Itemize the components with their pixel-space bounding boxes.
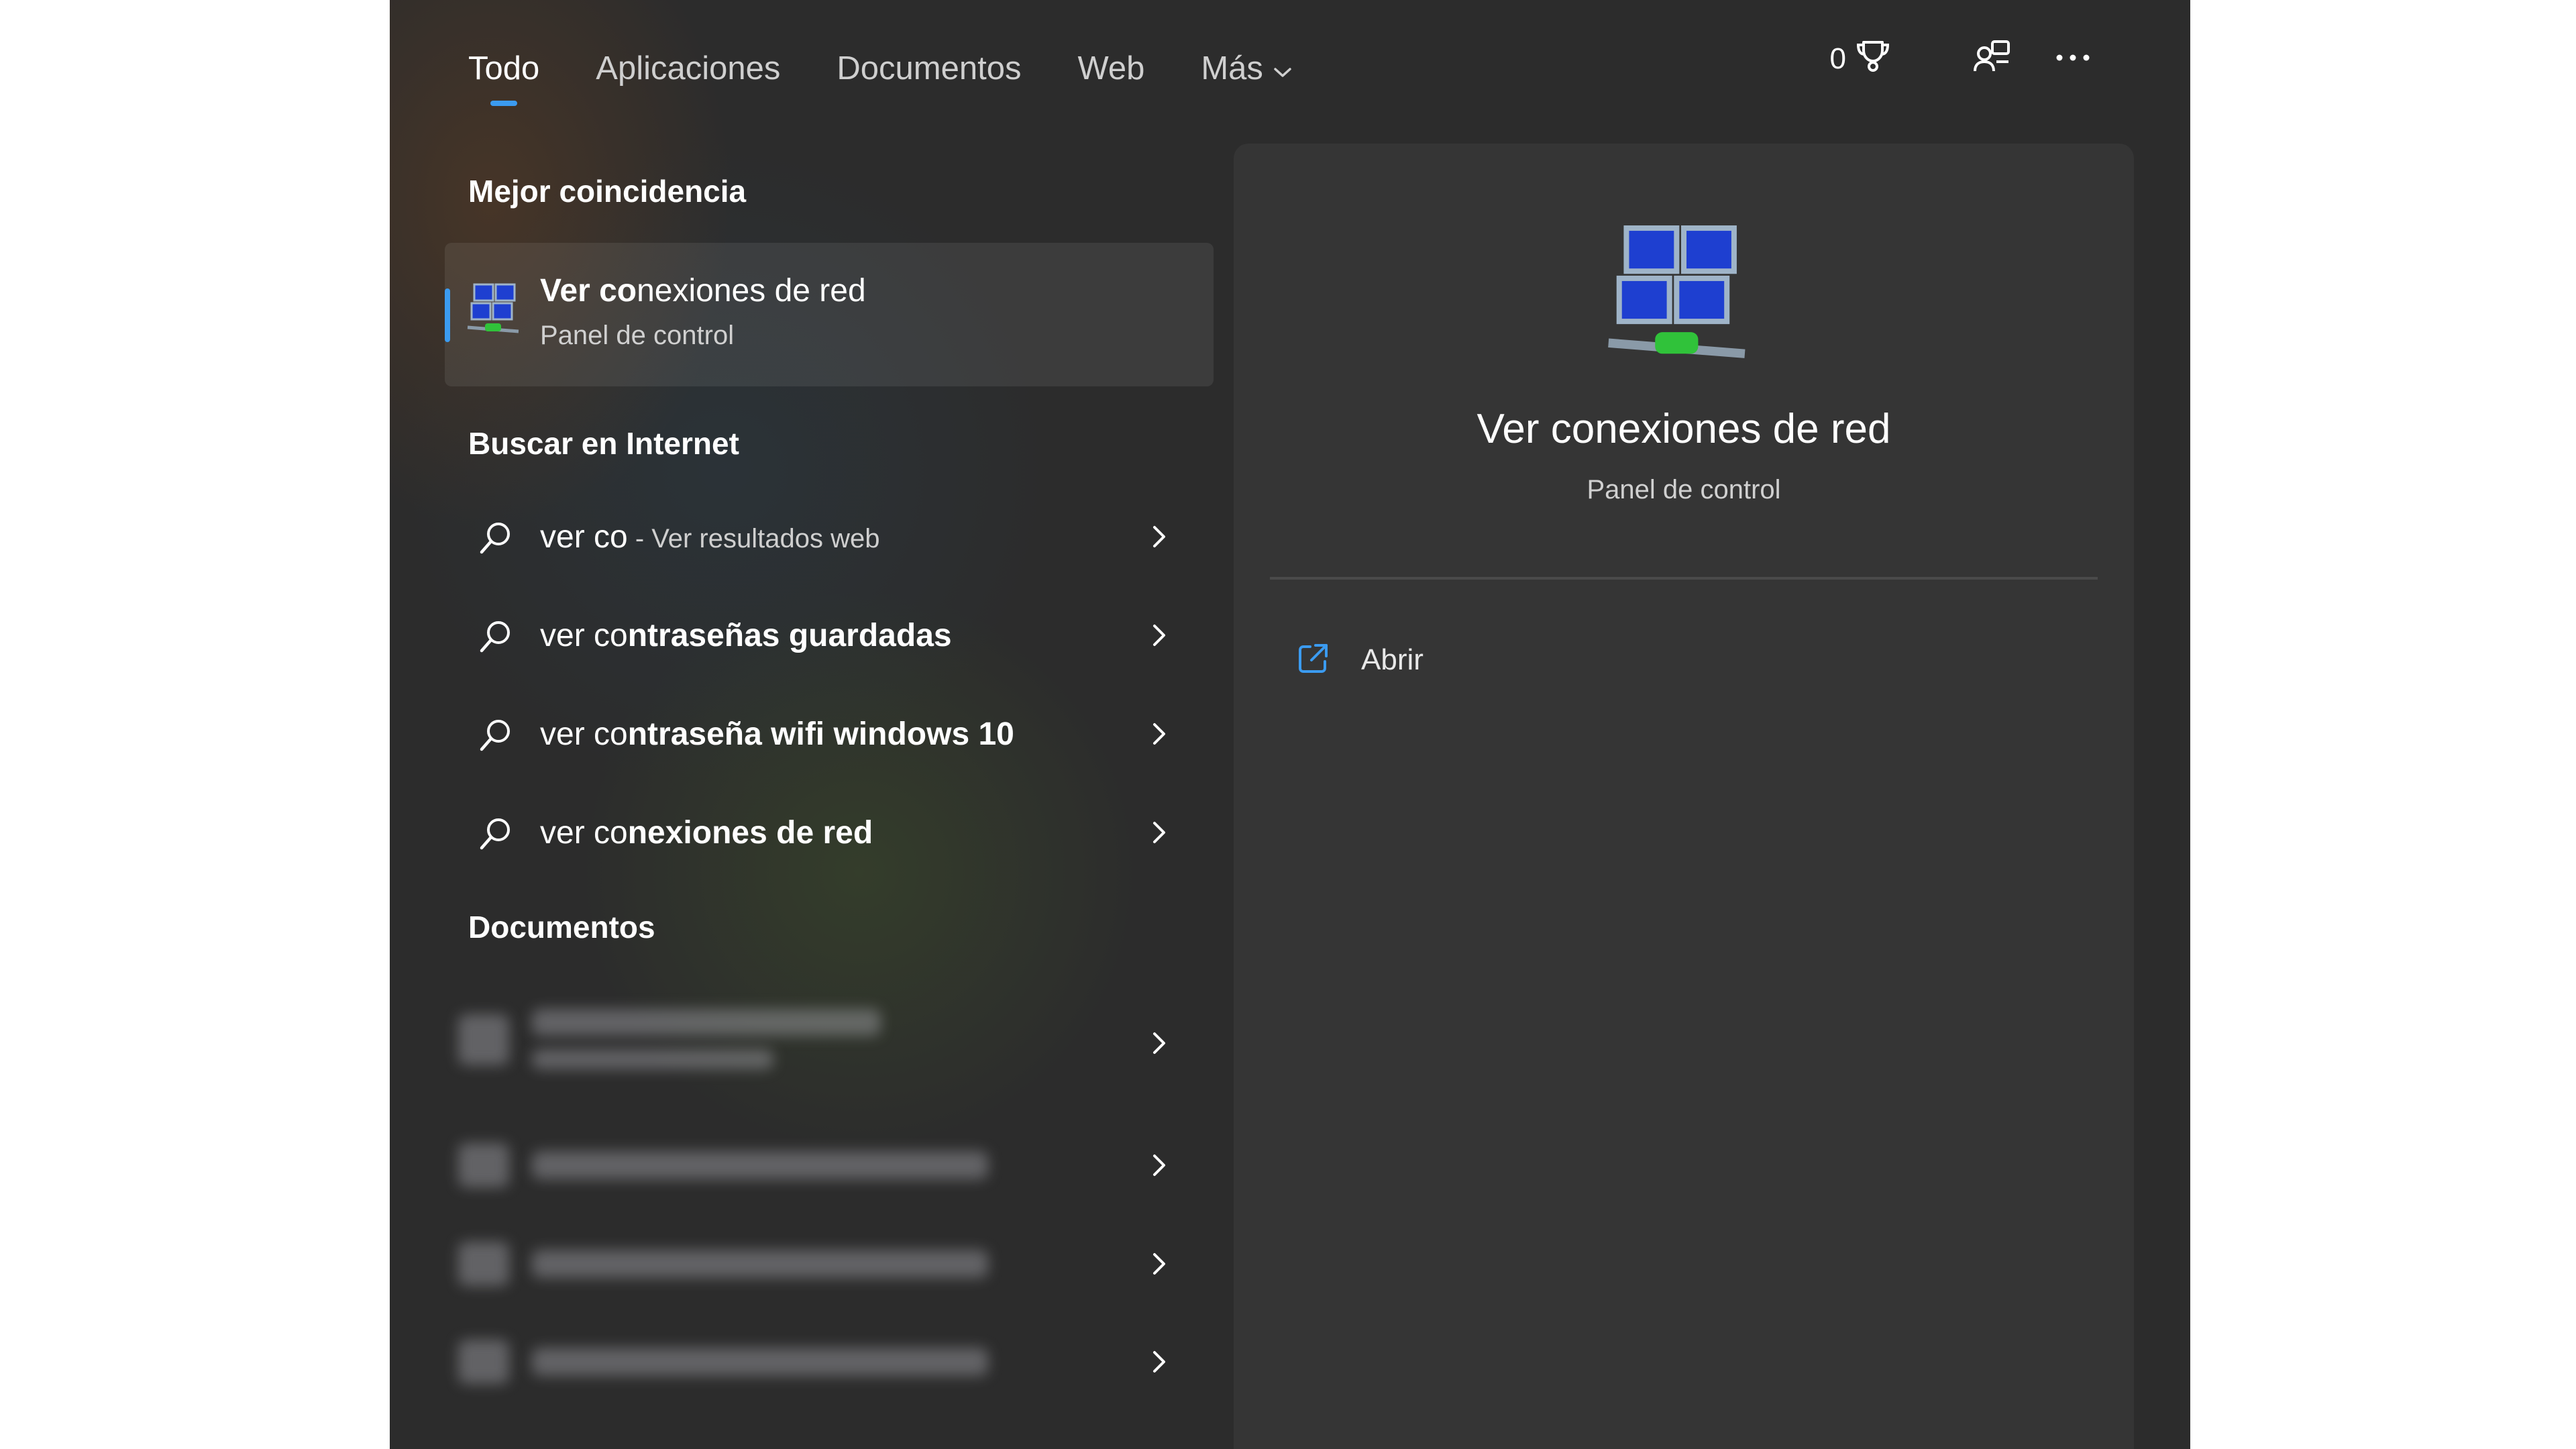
top-actions: 0 xyxy=(1830,32,2100,86)
tab-mas[interactable]: Más xyxy=(1201,42,1293,95)
tab-label: Todo xyxy=(468,50,540,87)
search-icon xyxy=(477,815,515,856)
search-icon xyxy=(477,716,515,757)
more-icon xyxy=(2053,51,2093,68)
chevron-right-icon xyxy=(1145,819,1172,849)
redacted-document-title xyxy=(532,1151,988,1179)
redacted-document-title xyxy=(532,1009,881,1036)
web-search-heading: Buscar en Internet xyxy=(468,426,739,461)
web-result-text: ver co - Ver resultados web xyxy=(540,519,879,555)
document-result-row[interactable] xyxy=(445,1114,1214,1214)
trophy-icon xyxy=(1846,37,1892,82)
tab-web[interactable]: Web xyxy=(1077,42,1144,95)
open-label: Abrir xyxy=(1361,643,1424,676)
chevron-right-icon xyxy=(1145,1348,1172,1379)
typed-query: ver co xyxy=(540,716,628,752)
more-options-button[interactable] xyxy=(2046,32,2100,86)
best-match-title: Ver conexiones de red xyxy=(540,272,866,309)
web-result-text: ver contraseñas guardadas xyxy=(540,617,952,654)
network-connections-icon xyxy=(465,280,523,341)
redacted-document-path xyxy=(532,1049,773,1069)
search-icon xyxy=(477,519,515,560)
tab-documentos[interactable]: Documentos xyxy=(837,42,1021,95)
detail-subtitle: Panel de control xyxy=(1587,475,1781,504)
document-result-row[interactable] xyxy=(445,1212,1214,1313)
suggestion-completion: ntraseñas guardadas xyxy=(627,617,952,653)
search-icon xyxy=(477,618,515,659)
tab-label: Web xyxy=(1077,50,1145,87)
tab-label: Más xyxy=(1201,50,1263,87)
redacted-document-title xyxy=(532,1348,988,1376)
divider xyxy=(1270,577,2098,580)
open-button[interactable]: Abrir xyxy=(1294,627,1424,694)
web-result-row[interactable]: ver co - Ver resultados web xyxy=(445,490,1214,584)
web-result-text: ver contraseña wifi windows 10 xyxy=(540,716,1014,753)
points-value: 0 xyxy=(1829,42,1846,75)
chevron-down-icon xyxy=(1273,50,1293,87)
best-match-result[interactable]: Ver conexiones de red Panel de control xyxy=(445,243,1214,386)
suggestion-completion: nexiones de red xyxy=(627,814,873,851)
document-result-row[interactable] xyxy=(445,993,1214,1093)
tab-todo[interactable]: Todo xyxy=(468,42,539,95)
chevron-right-icon xyxy=(1145,1250,1172,1281)
web-result-text: ver conexiones de red xyxy=(540,814,873,851)
account-switch-button[interactable] xyxy=(1966,32,2019,86)
document-icon xyxy=(458,1143,509,1187)
title-match-bold: Ver co xyxy=(540,273,637,309)
typed-query: ver co xyxy=(540,814,628,851)
web-result-row[interactable]: ver contraseñas guardadas xyxy=(445,588,1214,682)
network-connections-icon xyxy=(1601,217,1756,375)
web-results-hint: - Ver resultados web xyxy=(627,523,880,553)
filter-tabs: Todo Aplicaciones Documentos Web Más xyxy=(468,35,1349,102)
selection-indicator xyxy=(445,288,450,342)
chevron-right-icon xyxy=(1145,1152,1172,1182)
title-rest: nexiones de red xyxy=(637,273,866,309)
best-match-subtitle: Panel de control xyxy=(540,321,735,350)
best-match-heading: Mejor coincidencia xyxy=(468,174,747,209)
redacted-document-title xyxy=(532,1250,988,1278)
result-detail-pane: Ver conexiones de red Panel de control A… xyxy=(1234,144,2134,1449)
document-icon xyxy=(458,1340,509,1384)
document-icon xyxy=(458,1014,509,1065)
tab-aplicaciones[interactable]: Aplicaciones xyxy=(596,42,780,95)
chevron-right-icon xyxy=(1145,720,1172,751)
chevron-right-icon xyxy=(1145,1030,1172,1060)
tab-label: Documentos xyxy=(837,50,1022,87)
typed-query: ver co xyxy=(540,617,628,653)
document-result-row[interactable] xyxy=(445,1310,1214,1411)
detail-title: Ver conexiones de red xyxy=(1477,406,1891,452)
account-switch-icon xyxy=(1972,38,2012,81)
chevron-right-icon xyxy=(1145,523,1172,553)
suggestion-completion: ntraseña wifi windows 10 xyxy=(627,716,1014,752)
typed-query: ver co xyxy=(540,519,628,555)
documents-heading: Documentos xyxy=(468,910,655,945)
open-external-icon xyxy=(1294,640,1332,681)
search-panel: Todo Aplicaciones Documentos Web Más 0 M… xyxy=(390,0,2190,1449)
web-result-row[interactable]: ver conexiones de red xyxy=(445,786,1214,879)
tab-label: Aplicaciones xyxy=(596,50,781,87)
rewards-points[interactable]: 0 xyxy=(1830,37,1892,82)
document-icon xyxy=(458,1242,509,1286)
web-result-row[interactable]: ver contraseña wifi windows 10 xyxy=(445,687,1214,781)
chevron-right-icon xyxy=(1145,622,1172,652)
